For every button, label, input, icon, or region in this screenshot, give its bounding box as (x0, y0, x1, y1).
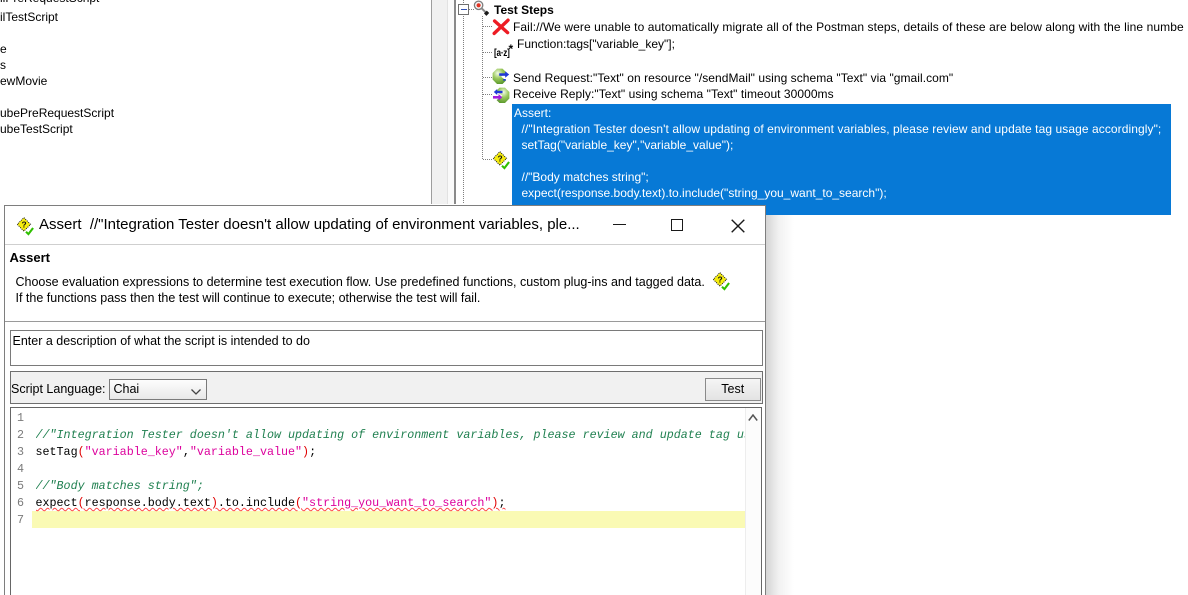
svg-text:?: ? (498, 153, 503, 163)
svg-text:?: ? (22, 219, 27, 229)
svg-text:?: ? (718, 274, 723, 284)
